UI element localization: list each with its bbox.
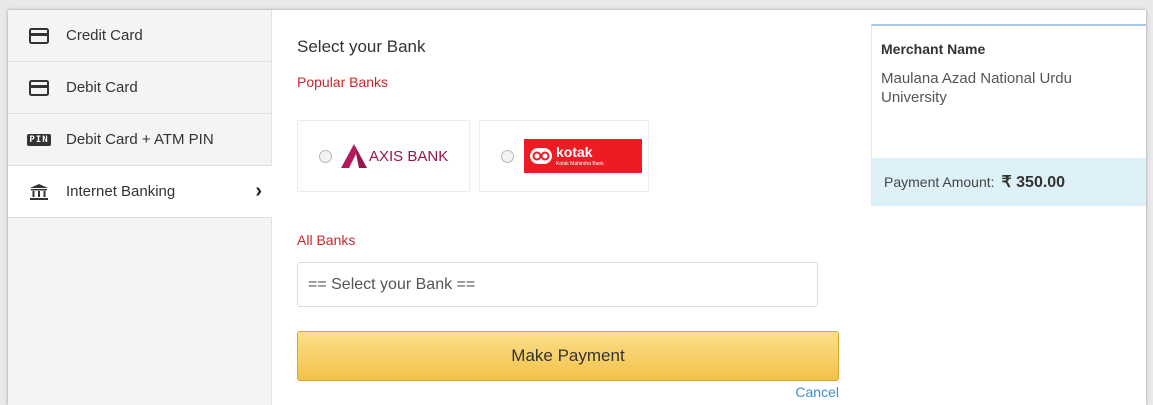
payment-methods-sidebar: Credit Card Debit Card PIN Debit Card + … <box>8 10 272 405</box>
payment-frame: Credit Card Debit Card PIN Debit Card + … <box>8 10 1146 405</box>
card-icon <box>28 79 50 96</box>
axis-bank-radio[interactable] <box>319 149 332 163</box>
payment-amount-value: ₹ 350.00 <box>1001 174 1066 191</box>
cancel-link[interactable]: Cancel <box>795 384 839 400</box>
card-icon <box>28 27 50 44</box>
kotak-logo-icon <box>530 148 552 164</box>
axis-logo-icon <box>341 144 367 168</box>
chevron-right-icon: › <box>255 180 262 202</box>
merchant-name-label: Merchant Name <box>881 41 986 57</box>
all-banks-label: All Banks <box>297 232 356 248</box>
merchant-panel: Merchant Name Maulana Azad National Urdu… <box>871 24 1146 206</box>
page-title: Select your Bank <box>297 37 426 56</box>
sidebar-item-debit-card-atm-pin[interactable]: PIN Debit Card + ATM PIN <box>8 114 271 166</box>
sidebar-item-internet-banking[interactable]: Internet Banking › <box>8 166 272 218</box>
bank-option-axis[interactable]: AXIS BANK <box>297 120 470 192</box>
kotak-bank-logo: kotak Kotak Mahindra Bank <box>524 139 642 173</box>
sidebar-item-label: Credit Card <box>66 27 143 44</box>
sidebar-item-label: Debit Card + ATM PIN <box>66 131 214 148</box>
kotak-bank-radio[interactable] <box>501 149 514 163</box>
sidebar-item-label: Internet Banking <box>66 183 176 200</box>
popular-banks-label: Popular Banks <box>297 74 389 90</box>
payment-amount-label: Payment Amount: <box>884 174 995 190</box>
axis-bank-logo: AXIS BANK <box>340 143 448 169</box>
sidebar-item-label: Debit Card <box>66 79 138 96</box>
payment-amount-row: Payment Amount: ₹ 350.00 <box>872 158 1146 206</box>
bank-select[interactable]: == Select your Bank == <box>297 262 818 307</box>
bank-icon <box>28 183 50 201</box>
pin-icon: PIN <box>27 133 51 146</box>
make-payment-button[interactable]: Make Payment <box>297 331 839 381</box>
bank-option-kotak[interactable]: kotak Kotak Mahindra Bank <box>479 120 649 192</box>
merchant-name-value: Maulana Azad National Urdu University <box>881 70 1072 106</box>
sidebar-item-debit-card[interactable]: Debit Card <box>8 62 271 114</box>
sidebar-item-credit-card[interactable]: Credit Card <box>8 10 271 62</box>
